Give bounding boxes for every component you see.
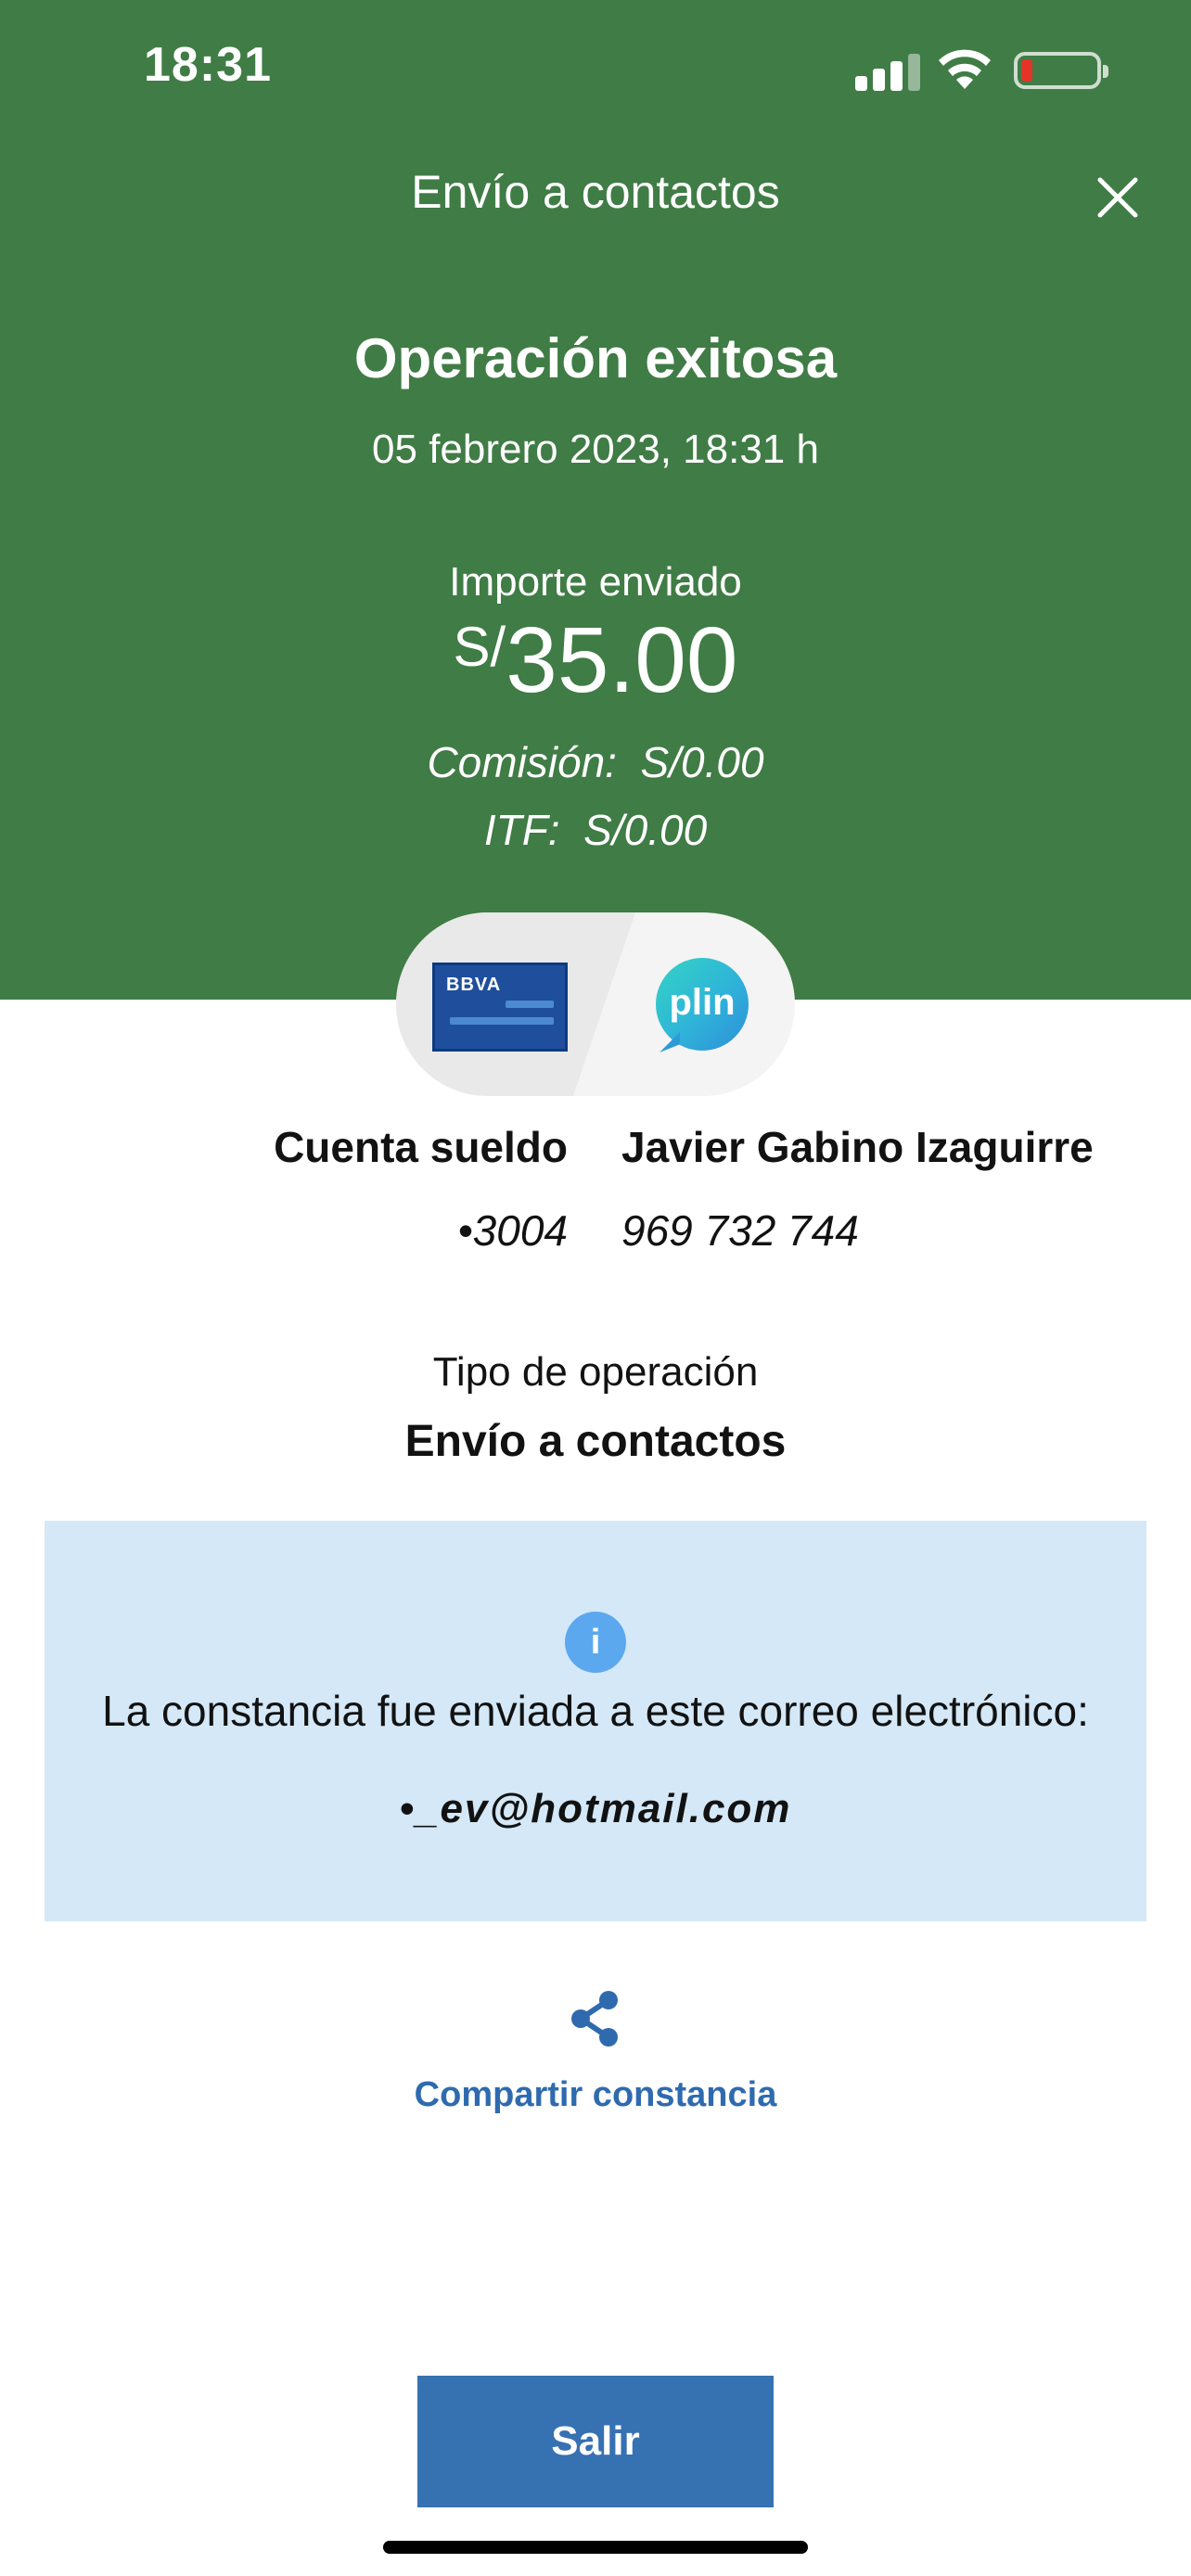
success-title: Operación exitosa [353,327,838,389]
exit-button[interactable]: Salir [417,2376,774,2507]
status-time: 18:31 [144,38,272,92]
battery-level [1021,59,1032,82]
card-stripe [450,1017,554,1025]
bbva-card-icon: BBVA [432,963,568,1052]
amount-value: 35.00 [506,608,738,712]
card-brand: BBVA [446,975,502,995]
close-icon[interactable] [1093,172,1143,223]
card-stripe [506,1001,554,1008]
commission-row: Comisión: S/0.00 [0,737,1191,787]
transfer-route: BBVA plin [396,912,795,1096]
notice-email: •_ev@hotmail.com [399,1786,792,1831]
header: 18:31 Envío a contactos Operación exitos… [0,0,1191,1000]
commission-label: Comisión: [427,738,617,786]
itf-label: ITF: [483,806,560,854]
notice-text: La constancia fue enviada a este correo … [102,1687,1089,1735]
share-receipt-button[interactable]: Compartir constancia [0,2075,1191,2115]
info-icon: i [565,1612,626,1673]
share-icon[interactable] [568,1989,623,2048]
itf-value: S/0.00 [583,806,708,854]
screen-title: Envío a contactos [411,166,780,218]
source-account-name: Cuenta sueldo [274,1123,568,1171]
operation-datetime: 05 febrero 2023, 18:31 h [372,427,819,472]
recipient-phone: 969 732 744 [621,1206,859,1255]
plin-logo: plin [656,958,749,1051]
amount: S/35.00 [0,607,1191,714]
wifi-icon [939,49,991,89]
recipient-name: Javier Gabino Izaguirre [621,1123,1094,1171]
battery-icon [1014,52,1108,89]
operation-type-label: Tipo de operación [432,1349,759,1395]
operation-type-value: Envío a contactos [404,1417,787,1466]
commission-value: S/0.00 [640,738,764,786]
source-account-number: •3004 [457,1206,568,1255]
home-indicator[interactable] [383,2541,808,2554]
currency-symbol: S/ [453,616,506,678]
amount-label: Importe enviado [449,559,742,605]
itf-row: ITF: S/0.00 [0,805,1191,855]
receipt-notice: i La constancia fue enviada a este corre… [45,1521,1146,1921]
signal-icon [855,54,920,91]
